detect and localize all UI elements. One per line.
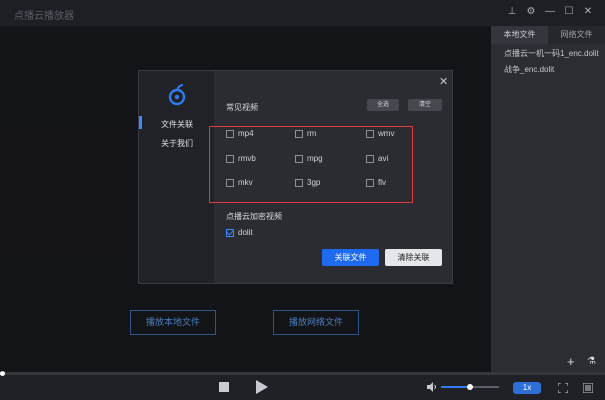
encrypted-video-heading: 点播云加密视频 [226, 212, 282, 221]
volume-slider[interactable] [441, 384, 499, 390]
format-option-avi[interactable]: avi [366, 154, 388, 163]
app-logo-icon [168, 84, 186, 106]
checkbox[interactable] [366, 178, 374, 187]
format-label: dolit [238, 228, 253, 237]
tab-network-files[interactable]: 网络文件 [548, 26, 605, 44]
remove-association-button[interactable]: 清除关联 [385, 249, 442, 266]
playlist-icon[interactable] [583, 383, 593, 393]
list-item[interactable]: 战争_enc.dolit [491, 62, 605, 78]
volume-handle[interactable] [467, 384, 473, 390]
volume-icon[interactable] [427, 382, 437, 392]
select-all-button[interactable]: 全选 [367, 99, 399, 111]
volume-fill [441, 386, 470, 388]
format-option-mpg[interactable]: mpg [295, 154, 323, 163]
nav-active-indicator [139, 116, 142, 129]
format-option-wmv[interactable]: wmv [366, 129, 394, 138]
fullscreen-icon[interactable] [558, 383, 568, 393]
file-list: 点播云一机一码1_enc.dolit 战争_enc.dolit [491, 46, 605, 78]
checkbox[interactable] [226, 154, 234, 163]
clear-list-icon[interactable]: ⚗ [587, 356, 596, 368]
add-file-icon[interactable]: + [567, 355, 575, 368]
format-label: wmv [378, 129, 395, 138]
format-label: flv [378, 178, 386, 187]
format-label: mpg [307, 154, 323, 163]
minimize-icon[interactable]: — [543, 6, 557, 18]
maximize-icon[interactable]: ☐ [562, 6, 576, 18]
nav-item-about-us[interactable]: 关于我们 [161, 138, 193, 149]
format-option-rm[interactable]: rm [295, 129, 316, 138]
tab-local-files[interactable]: 本地文件 [491, 26, 548, 44]
format-option-rmvb[interactable]: rmvb [226, 154, 256, 163]
playback-speed-button[interactable]: 1x [513, 382, 541, 394]
checkbox[interactable] [366, 129, 374, 138]
format-option-dolit[interactable]: dolit [226, 228, 253, 237]
format-label: rm [307, 129, 317, 138]
dialog-close-icon[interactable]: ✕ [439, 75, 448, 88]
sidebar-tabs: 本地文件 网络文件 [491, 26, 605, 44]
play-icon[interactable] [256, 380, 268, 394]
clear-selection-button[interactable]: 清空 [408, 99, 442, 111]
checkbox[interactable] [295, 178, 303, 187]
format-option-mkv[interactable]: mkv [226, 178, 253, 187]
format-option-flv[interactable]: flv [366, 178, 386, 187]
checkbox[interactable] [226, 178, 234, 187]
dialog-nav: 文件关联 关于我们 [139, 71, 214, 283]
common-video-heading: 常见视频 [226, 103, 258, 112]
title-bar: 点播云播放器 ⊥ ⚙ — ☐ ✕ [0, 0, 605, 26]
stop-icon[interactable] [219, 382, 229, 392]
format-label: avi [378, 154, 389, 163]
settings-dialog: 文件关联 关于我们 ✕ 常见视频 全选 清空 mp4 rm wmv rmvb m… [138, 70, 453, 284]
format-label: mp4 [238, 129, 254, 138]
nav-item-file-association[interactable]: 文件关联 [161, 119, 193, 130]
settings-icon[interactable]: ⚙ [524, 6, 538, 18]
checkbox[interactable] [295, 129, 303, 138]
list-item[interactable]: 点播云一机一码1_enc.dolit [491, 46, 605, 62]
format-label: mkv [238, 178, 253, 187]
pin-icon[interactable]: ⊥ [505, 6, 519, 18]
format-label: rmvb [238, 154, 256, 163]
progress-bar[interactable] [0, 372, 605, 375]
checkbox[interactable] [226, 228, 234, 237]
playlist-sidebar: 本地文件 网络文件 点播云一机一码1_enc.dolit 战争_enc.doli… [491, 26, 605, 372]
associate-files-button[interactable]: 关联文件 [322, 249, 379, 266]
format-option-mp4[interactable]: mp4 [226, 129, 254, 138]
format-option-3gp[interactable]: 3gp [295, 178, 320, 187]
window-title: 点播云播放器 [14, 11, 74, 22]
checkbox[interactable] [226, 129, 234, 138]
close-icon[interactable]: ✕ [581, 6, 595, 18]
checkbox[interactable] [366, 154, 374, 163]
checkbox[interactable] [295, 154, 303, 163]
format-label: 3gp [307, 178, 321, 187]
